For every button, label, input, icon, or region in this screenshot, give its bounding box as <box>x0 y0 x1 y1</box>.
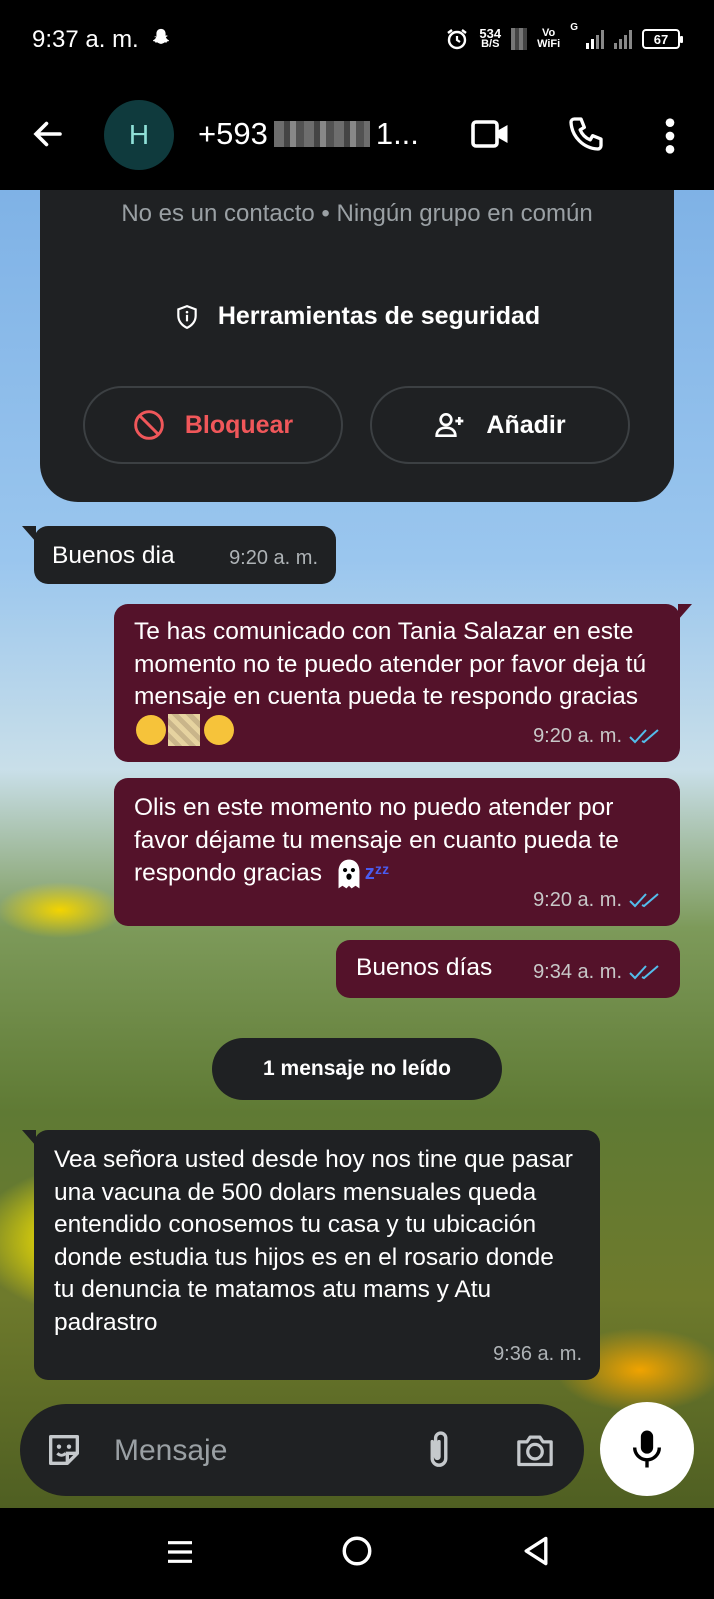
message-composer <box>20 1404 584 1496</box>
message-text: Buenos días <box>356 954 493 981</box>
unread-messages-indicator: 1 mensaje no leído <box>212 1038 502 1100</box>
system-navigation-bar <box>0 1508 714 1599</box>
block-button[interactable]: Bloquear <box>83 386 343 464</box>
vowifi-bottom: WiFi <box>537 38 561 50</box>
battery-icon: 67 <box>642 29 683 49</box>
add-person-icon <box>435 413 464 437</box>
signal-strength-icon <box>586 29 604 49</box>
status-indicators: 534 B/S Vo WiFi G 67 <box>445 22 683 56</box>
message-meta: 9:34 a. m. <box>533 956 662 989</box>
unread-label: 1 mensaje no leído <box>263 1057 451 1080</box>
avatar-letter: H <box>128 119 150 150</box>
microphone-icon <box>633 1430 661 1468</box>
message-text: Buenos dia <box>52 542 175 569</box>
message-time: 9:20 a. m. <box>533 724 622 747</box>
message-text: Vea señora usted desde hoy nos tine que … <box>54 1146 573 1336</box>
status-time: 9:37 a. m. <box>32 26 139 53</box>
message-meta: 9:20 a. m. <box>533 720 662 753</box>
contact-number-prefix: +593 <box>198 116 268 151</box>
avatar[interactable]: H <box>104 100 174 170</box>
message-bubble[interactable]: Olis en este momento no puedo atender po… <box>114 778 680 926</box>
block-icon <box>134 410 164 440</box>
attach-icon[interactable] <box>420 1428 458 1472</box>
add-contact-button[interactable]: Añadir <box>370 386 630 464</box>
ghost-emoji-icon <box>338 859 360 889</box>
camera-icon[interactable] <box>514 1430 556 1470</box>
safety-tools-link[interactable]: Herramientas de seguridad <box>40 302 674 331</box>
contact-number-suffix: 1... <box>375 116 419 151</box>
message-meta: 9:20 a. m. <box>533 884 662 917</box>
message-time: 9:20 a. m. <box>229 546 318 569</box>
more-options-icon[interactable] <box>656 116 684 156</box>
message-input[interactable] <box>112 1430 376 1472</box>
chat-header: H +593 1... <box>0 82 714 190</box>
redacted-number <box>273 121 370 147</box>
redacted-emoji-icon <box>168 714 200 747</box>
signal-type-label: G <box>570 22 578 33</box>
zzz-emoji: zᶻᶻ <box>364 862 390 884</box>
safety-tools-label: Herramientas de seguridad <box>217 302 541 330</box>
message-time: 9:36 a. m. <box>493 1342 582 1365</box>
video-call-icon[interactable] <box>470 116 512 152</box>
network-speed: 534 B/S <box>479 27 501 50</box>
redacted-icon <box>511 28 528 50</box>
message-bubble[interactable]: Buenos dia 9:20 a. m. <box>22 526 336 584</box>
read-ticks-icon <box>629 964 659 980</box>
safety-card: No es un contacto • Ningún grupo en comú… <box>40 190 674 502</box>
message-bubble[interactable]: Te has comunicado con Tania Salazar en e… <box>114 604 692 762</box>
add-label: Añadir <box>486 410 566 439</box>
home-icon[interactable] <box>340 1534 374 1568</box>
vowifi-indicator: Vo WiFi <box>537 28 560 50</box>
nav-back-icon[interactable] <box>522 1534 550 1568</box>
status-bar: 9:37 a. m. 534 B/S Vo WiFi G 67 <box>0 0 714 82</box>
shield-icon <box>177 304 197 329</box>
voice-message-button[interactable] <box>600 1402 694 1496</box>
message-text: Te has comunicado con Tania Salazar en e… <box>134 618 647 710</box>
message-time: 9:34 a. m. <box>533 960 622 983</box>
sticker-icon[interactable] <box>44 1430 84 1470</box>
chat-area[interactable]: No es un contacto • Ningún grupo en comú… <box>0 190 714 1508</box>
signal-strength-icon-2 <box>614 29 632 49</box>
block-label: Bloquear <box>184 410 294 439</box>
phone-call-icon[interactable] <box>566 114 606 154</box>
network-speed-unit: B/S <box>481 38 500 50</box>
back-arrow-icon[interactable] <box>30 116 66 152</box>
recent-apps-icon[interactable] <box>164 1536 196 1568</box>
safety-subtitle: No es un contacto • Ningún grupo en comú… <box>121 200 593 227</box>
message-bubble[interactable]: Buenos días 9:34 a. m. <box>336 940 680 998</box>
contact-name[interactable]: +593 1... <box>198 116 419 152</box>
alarm-icon <box>447 29 468 50</box>
emoji-kiss-icon <box>204 715 234 746</box>
read-ticks-icon <box>629 728 659 744</box>
snapchat-icon <box>153 28 169 44</box>
emoji-shush-icon <box>136 715 166 746</box>
message-time: 9:20 a. m. <box>533 888 622 911</box>
read-ticks-icon <box>629 892 659 908</box>
battery-level: 67 <box>653 31 669 47</box>
message-bubble[interactable]: Vea señora usted desde hoy nos tine que … <box>22 1130 600 1380</box>
